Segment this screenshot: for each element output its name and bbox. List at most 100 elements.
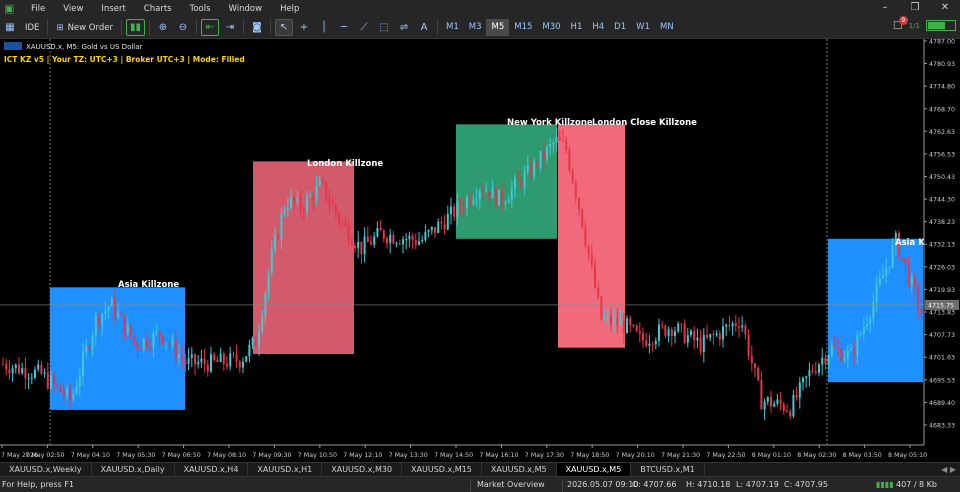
status-close: C: 4707.95: [784, 480, 828, 489]
candle-body: [805, 376, 808, 378]
timeframe-mn[interactable]: MN: [655, 19, 679, 36]
ide-button[interactable]: IDE: [21, 19, 43, 36]
timeframe-h1[interactable]: H1: [566, 19, 588, 36]
candle-body: [603, 317, 606, 320]
tab-xauusd-m5[interactable]: XAUUSD.x,M5: [482, 463, 557, 476]
candle-body: [235, 354, 238, 362]
candle-body: [18, 364, 20, 374]
candle-body: [757, 367, 760, 381]
candle-body: [846, 350, 849, 358]
tab-xauusd-daily[interactable]: XAUUSD.x,Daily: [92, 463, 175, 476]
timeframe-d1[interactable]: D1: [609, 19, 631, 36]
candle-body: [110, 297, 113, 307]
candle-body: [533, 161, 536, 177]
candle-body: [907, 263, 910, 285]
menu-view[interactable]: View: [54, 4, 92, 14]
candle-body: [56, 383, 59, 386]
time-tick-label: 8 May 03:50: [843, 452, 882, 459]
candle-body: [2, 363, 4, 365]
timeframe-m30[interactable]: M30: [537, 19, 565, 36]
new-order-button[interactable]: ⊞ New Order: [52, 19, 117, 36]
candle-body: [664, 325, 667, 336]
minimize-icon[interactable]: –: [870, 0, 900, 17]
toolbar-divider: [47, 20, 49, 35]
shapes-icon[interactable]: ⬚: [375, 19, 393, 36]
vertical-line-icon[interactable]: │: [315, 19, 333, 36]
chart-shift-icon[interactable]: ⇤: [200, 19, 219, 36]
tab-xauusd-h1[interactable]: XAUUSD.x,H1: [248, 463, 323, 476]
zoom-out-icon[interactable]: ⊖: [174, 19, 192, 36]
candle-body: [184, 359, 187, 365]
market-overview[interactable]: Market Overview: [477, 477, 545, 492]
candle-body: [856, 334, 859, 356]
tab-xauusd-m15[interactable]: XAUUSD.x,M15: [402, 463, 482, 476]
text-icon[interactable]: A: [415, 19, 433, 36]
tab-xauusd-weekly[interactable]: XAUUSD.x,Weekly: [0, 463, 92, 476]
trendline-icon[interactable]: ⟋: [355, 19, 373, 36]
candle-body: [11, 368, 14, 374]
screenshot-icon[interactable]: ◙: [248, 19, 266, 36]
timeframe-m5[interactable]: M5: [486, 19, 510, 36]
chart-symbol-title: XAUUSD.x, M5: Gold vs US Dollar: [26, 43, 143, 51]
candle-body: [242, 361, 244, 368]
timeframe-m15[interactable]: M15: [509, 19, 537, 36]
candle-body: [136, 342, 139, 350]
candle-body: [526, 165, 529, 173]
equidistant-channel-icon[interactable]: ⇌: [395, 19, 413, 36]
candle-body: [814, 371, 817, 373]
menu-window[interactable]: Window: [220, 4, 272, 14]
horizontal-line-icon[interactable]: ─: [335, 19, 353, 36]
candle-body: [312, 195, 315, 201]
candle-body: [379, 227, 382, 231]
tab-xauusd-m5-active[interactable]: XAUUSD.x,M5: [556, 463, 632, 476]
candle-body: [760, 380, 763, 410]
candle-body: [754, 363, 756, 368]
autoscroll-icon[interactable]: ⇥: [221, 19, 239, 36]
timeframe-m3[interactable]: M3: [464, 19, 487, 36]
candle-body: [261, 316, 264, 332]
chart-window[interactable]: Asia Killzone London Killzone New York Kil…: [0, 38, 960, 463]
time-tick-label: 7 May 12:10: [343, 452, 382, 459]
candle-body: [414, 240, 417, 245]
time-tick-label: 7 May 06:50: [162, 452, 201, 459]
candle-body: [709, 334, 712, 338]
tab-btcusd-m1[interactable]: BTCUSD.x,M1: [631, 463, 705, 476]
restore-icon[interactable]: ❐: [900, 0, 930, 17]
candle-body: [539, 150, 542, 168]
tab-xauusd-m30[interactable]: XAUUSD.x,M30: [322, 463, 403, 476]
candle-body: [50, 375, 52, 389]
candle-body: [840, 348, 843, 362]
notifications-icon[interactable]: ☐ 9: [893, 16, 908, 32]
killzone-box: [456, 124, 557, 239]
menu-help[interactable]: Help: [271, 4, 308, 14]
menu-insert[interactable]: Insert: [92, 4, 134, 14]
candle-body: [830, 345, 833, 356]
candle-body: [747, 334, 750, 356]
candle-body: [862, 326, 865, 334]
candle-body: [34, 369, 36, 378]
candle-body: [587, 245, 590, 255]
menu-file[interactable]: File: [22, 4, 54, 14]
menu-tools[interactable]: Tools: [181, 4, 220, 14]
timeframe-m1[interactable]: M1: [441, 19, 464, 36]
timeframe-w1[interactable]: W1: [631, 19, 655, 36]
tab-scroll-arrows-icon[interactable]: ◀ ▶: [941, 463, 956, 476]
chart-settings-icon[interactable]: ▦: [1, 19, 19, 36]
traffic-status: 407 / 8 Kb: [896, 480, 938, 489]
timeframe-h4[interactable]: H4: [587, 19, 609, 36]
price-chart[interactable]: Asia Killzone London Killzone New York Kil…: [0, 39, 960, 463]
candle-body: [450, 206, 452, 215]
candle-body: [635, 325, 638, 332]
tab-xauusd-h4[interactable]: XAUUSD.x,H4: [175, 463, 249, 476]
candle-body: [302, 210, 305, 212]
time-tick-label: 8 May 05:10: [888, 452, 927, 459]
zoom-in-icon[interactable]: ⊕: [154, 19, 172, 36]
cursor-icon[interactable]: ↖: [274, 19, 293, 36]
algo-trading-icon[interactable]: ▮▮: [125, 19, 145, 36]
menu-charts[interactable]: Charts: [135, 4, 181, 14]
price-tick-label: 4738.23: [929, 219, 955, 226]
crosshair-icon[interactable]: +: [295, 19, 313, 36]
candle-body: [123, 314, 126, 334]
candle-body: [523, 172, 526, 187]
close-icon[interactable]: ✕: [930, 0, 960, 17]
